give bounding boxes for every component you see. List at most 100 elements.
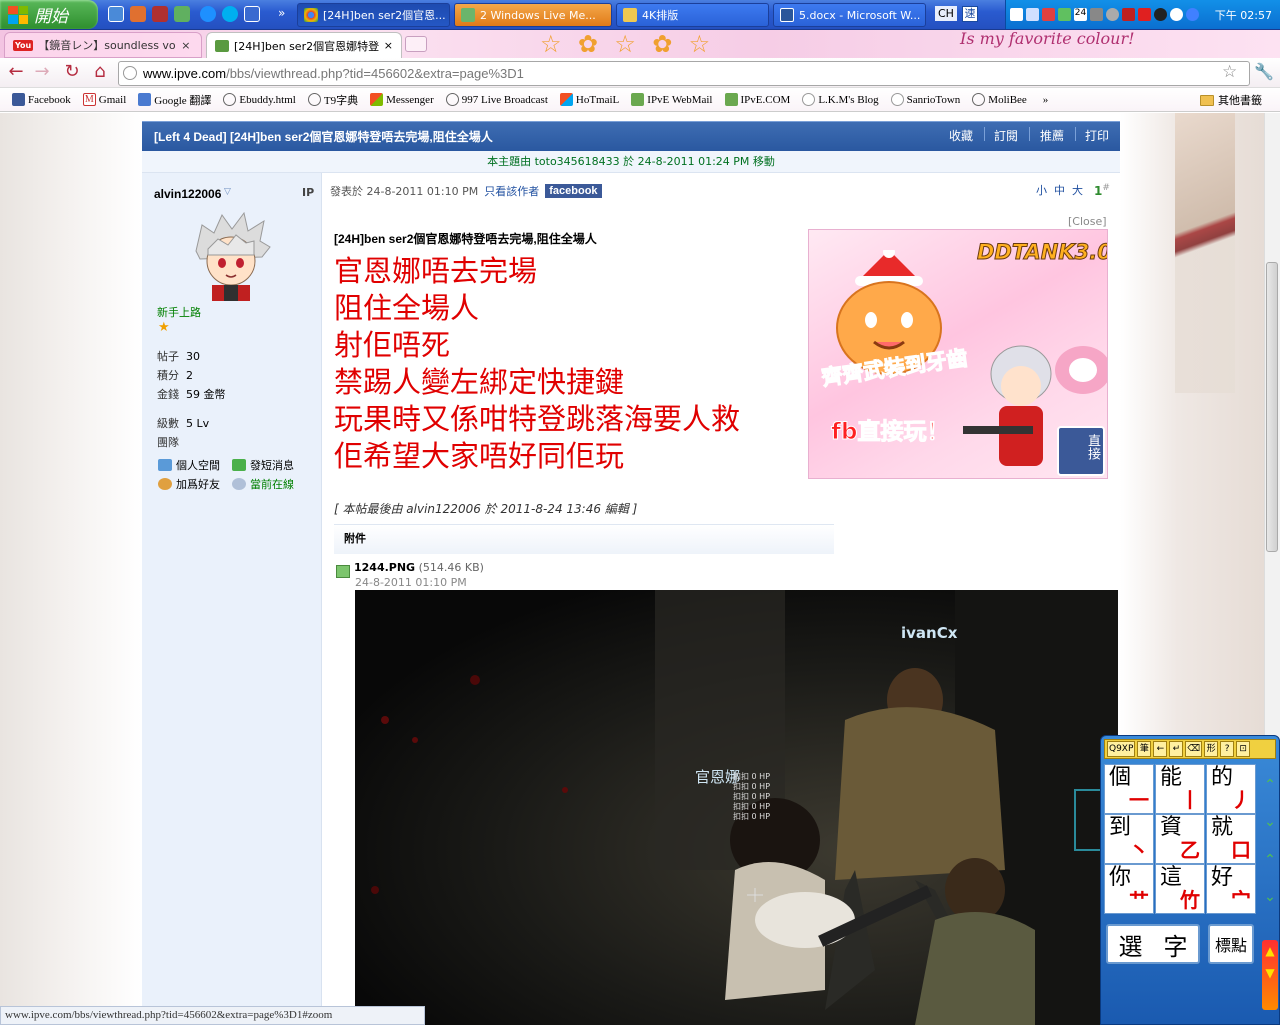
ime-key[interactable]: 這竹: [1155, 864, 1205, 914]
bookmark-lkm-blog[interactable]: L.K.M's Blog: [796, 93, 884, 106]
ime-stroke-button[interactable]: 筆: [1137, 741, 1152, 757]
ime-back-button[interactable]: ←: [1153, 741, 1168, 757]
down-arrow-icon[interactable]: ⌄: [1264, 814, 1276, 830]
ime-key[interactable]: 到丶: [1104, 814, 1154, 864]
font-medium-button[interactable]: 中: [1054, 182, 1065, 198]
speaker-icon[interactable]: [1106, 8, 1119, 21]
attachment-image[interactable]: ivanCx 官恩娜 扣扣 0 HP 扣扣 0 HP 扣扣 0 HP 扣扣 0 …: [355, 590, 1118, 1025]
tray-icon[interactable]: [1154, 8, 1167, 21]
bookmark-t9[interactable]: T9字典: [302, 92, 364, 108]
tray-icon[interactable]: [1122, 8, 1135, 21]
reload-button[interactable]: ↻: [62, 62, 82, 82]
task-messenger[interactable]: 2 Windows Live Me...: [454, 3, 612, 27]
ime-delete-button[interactable]: ⌫: [1185, 741, 1203, 757]
tray-icon[interactable]: [1026, 8, 1039, 21]
close-icon[interactable]: ×: [181, 39, 190, 52]
subscribe-link[interactable]: 訂閱: [994, 127, 1018, 144]
up-arrow-icon[interactable]: ⌃: [1264, 852, 1276, 868]
more-bookmarks-chevron-icon[interactable]: »: [1037, 94, 1055, 106]
bookmark-ipve-webmail[interactable]: IPvE WebMail: [625, 93, 718, 106]
down-triangle-icon[interactable]: ▼: [1265, 966, 1274, 980]
ime-punctuation-button[interactable]: 標點: [1208, 924, 1254, 964]
ime-key[interactable]: 好宀: [1206, 864, 1256, 914]
clock[interactable]: 下午 02:57: [1215, 7, 1272, 23]
print-link[interactable]: 打印: [1085, 127, 1109, 144]
favorite-link[interactable]: 收藏: [949, 127, 973, 144]
ime-key[interactable]: 個一: [1104, 764, 1154, 814]
ime-key[interactable]: 資乙: [1155, 814, 1205, 864]
quicklaunch-icon[interactable]: [152, 6, 168, 22]
language-indicator[interactable]: CH: [935, 6, 957, 21]
address-bar[interactable]: www.ipve.com/bbs/viewthread.php?tid=4566…: [118, 61, 1250, 86]
bookmark-molibee[interactable]: MoliBee: [966, 93, 1033, 106]
close-icon[interactable]: ×: [384, 39, 393, 52]
quicklaunch-icon[interactable]: [130, 6, 146, 22]
up-triangle-icon[interactable]: ▲: [1265, 944, 1274, 958]
ime-enter-button[interactable]: ↵: [1169, 741, 1184, 757]
ime-mode-icon[interactable]: 速: [962, 6, 978, 22]
scrollbar-thumb[interactable]: [1266, 262, 1278, 552]
bookmark-ipve[interactable]: IPvE.COM: [719, 93, 797, 106]
task-word[interactable]: 5.docx - Microsoft W...: [773, 3, 926, 27]
quicklaunch-icon[interactable]: [244, 6, 260, 22]
bookmark-997[interactable]: 997 Live Broadcast: [440, 93, 554, 106]
ime-key[interactable]: 就口: [1206, 814, 1256, 864]
ip-label[interactable]: IP: [302, 186, 314, 199]
bookmark-ebuddy[interactable]: Ebuddy.html: [217, 93, 301, 106]
tray-icon[interactable]: 24: [1074, 8, 1087, 21]
recommend-link[interactable]: 推薦: [1040, 127, 1064, 144]
home-button[interactable]: ⌂: [90, 62, 110, 82]
tray-icon[interactable]: [1010, 8, 1023, 21]
file-name[interactable]: 1244.PNG: [354, 561, 415, 574]
tray-icon[interactable]: [1090, 8, 1103, 21]
skype-icon[interactable]: [222, 6, 238, 22]
add-friend-link[interactable]: 加爲好友: [158, 476, 220, 492]
floor-number[interactable]: 1#: [1094, 183, 1110, 198]
author-avatar[interactable]: [188, 211, 274, 301]
ad-facebook-button[interactable]: 直接: [1057, 426, 1105, 476]
attachment-file[interactable]: 1244.PNG (514.46 KB): [354, 561, 484, 574]
tray-icon[interactable]: [1170, 8, 1183, 21]
ime-key[interactable]: 你艹: [1104, 864, 1154, 914]
tray-icon[interactable]: [1042, 8, 1055, 21]
ime-window-button[interactable]: ⊡: [1236, 741, 1251, 757]
forward-button[interactable]: →: [32, 62, 52, 82]
back-button[interactable]: ←: [6, 62, 26, 82]
wrench-icon[interactable]: 🔧: [1254, 62, 1274, 81]
font-small-button[interactable]: 小: [1036, 182, 1047, 198]
dropdown-caret-icon[interactable]: ▽: [224, 187, 231, 197]
new-tab-button[interactable]: [405, 36, 427, 52]
ime-mode-button[interactable]: Q9XP: [1107, 741, 1136, 757]
bookmark-star-icon[interactable]: ☆: [1222, 62, 1237, 82]
ime-key[interactable]: 的丿: [1206, 764, 1256, 814]
bookmark-gmail[interactable]: M Gmail: [77, 93, 133, 106]
quicklaunch-icon[interactable]: [108, 6, 124, 22]
task-chrome[interactable]: [24H]ben ser2個官恩...: [297, 3, 450, 27]
ime-page-scroll[interactable]: ▲ ▼: [1262, 940, 1278, 1010]
bookmark-hotmail[interactable]: HoTmaiL: [554, 93, 625, 106]
tray-icon[interactable]: [1138, 8, 1151, 21]
tray-icon[interactable]: [1058, 8, 1071, 21]
bluetooth-icon[interactable]: [1186, 8, 1199, 21]
tab-ipve[interactable]: [24H]ben ser2個官恩娜特登唔去 ×: [206, 32, 402, 58]
ime-key[interactable]: 能丨: [1155, 764, 1205, 814]
other-bookmarks[interactable]: 其他書籤: [1200, 92, 1262, 108]
down-arrow-icon[interactable]: ⌄: [1264, 889, 1276, 905]
bookmark-facebook[interactable]: Facebook: [6, 93, 77, 106]
expand-chevron-icon[interactable]: »: [278, 6, 285, 20]
bookmark-google-translate[interactable]: Google 翻譯: [132, 92, 217, 108]
up-arrow-icon[interactable]: ⌃: [1264, 777, 1276, 793]
task-folder[interactable]: 4K排版: [616, 3, 769, 27]
close-ad-link[interactable]: [Close]: [1068, 215, 1107, 228]
only-author-link[interactable]: 只看該作者: [484, 183, 539, 199]
ime-help-button[interactable]: ?: [1220, 741, 1235, 757]
bookmark-sanriotown[interactable]: SanrioTown: [885, 93, 967, 106]
ime-select-char-button[interactable]: 選字: [1106, 924, 1200, 964]
author-name[interactable]: alvin122006: [154, 187, 221, 201]
ime-scroll[interactable]: ⌃ ⌄ ⌃ ⌄: [1262, 766, 1278, 916]
start-button[interactable]: 開始: [0, 0, 98, 29]
bookmark-messenger[interactable]: Messenger: [364, 93, 440, 106]
message-link[interactable]: 發短消息: [232, 457, 294, 473]
ie-icon[interactable]: [200, 6, 216, 22]
tab-youtube[interactable]: You 【鏡音レン】soundless voice ×: [4, 32, 202, 58]
